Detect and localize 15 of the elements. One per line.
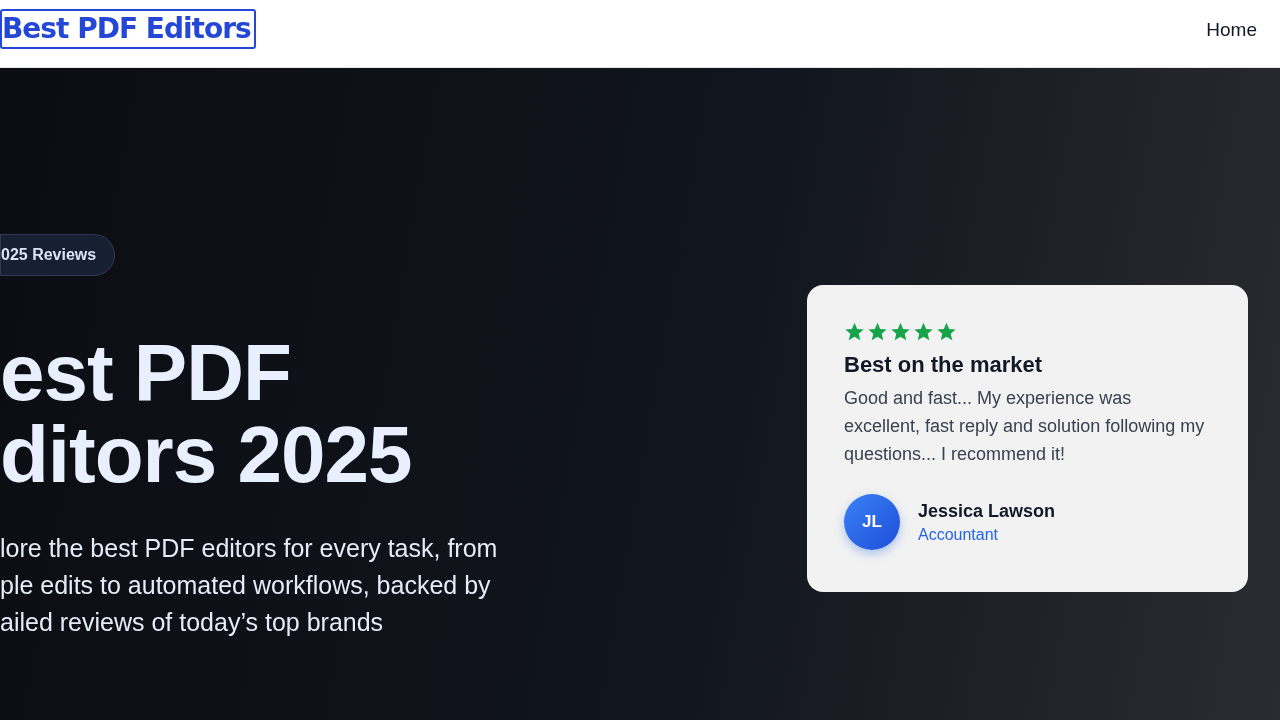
star-icon — [936, 321, 957, 342]
nav-link[interactable]: Home — [1206, 18, 1257, 41]
star-icon — [913, 321, 934, 342]
testimonial-title: Best on the market — [844, 352, 1044, 378]
hero-heading: est PDF ditors 2025 — [0, 332, 413, 496]
site-logo[interactable]: Best PDF Editors — [0, 8, 256, 49]
testimonial-quote: Good and fast... My experience was excellent, fast reply and solution following my questions... I recommend it! — [844, 387, 1206, 466]
hero-description: lore the best PDF editors for every task, from ple edits to automated workflows, backed by ailed reviews of today’s top brands — [0, 533, 499, 638]
star-icon — [867, 321, 888, 342]
reviews-badge: 025 Reviews — [0, 234, 116, 276]
author-name: Jessica Lawson — [918, 500, 1056, 522]
avatar: JL — [844, 494, 900, 550]
author-role: Accountant — [918, 525, 1000, 544]
star-icon — [844, 321, 865, 342]
star-icon — [890, 321, 911, 342]
